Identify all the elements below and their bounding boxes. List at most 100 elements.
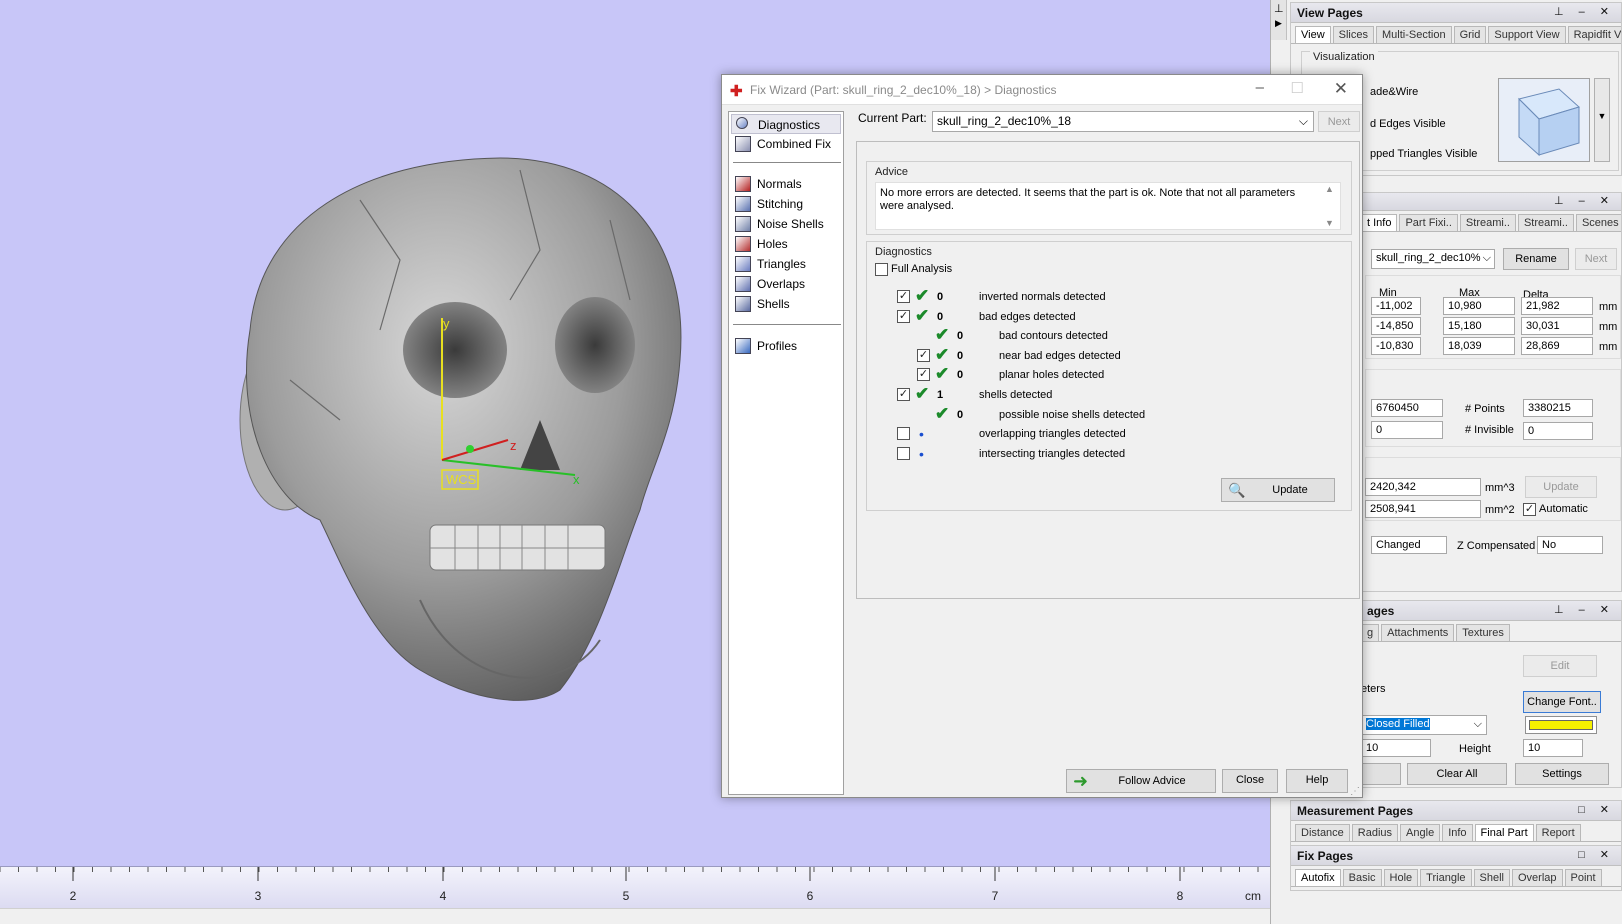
measurement-pages-panel: Measurement Pages □ ✕ Distance Radius Angle…	[1290, 800, 1622, 846]
tab-final-part[interactable]: Final Part	[1474, 824, 1534, 841]
shade-wire-option[interactable]: ade&Wire	[1370, 86, 1418, 98]
scroll-up-icon[interactable]: ▲	[1325, 184, 1334, 194]
tab-part-fixi-[interactable]: Part Fixi..	[1399, 214, 1458, 231]
triangles-visible-option[interactable]: pped Triangles Visible	[1370, 148, 1477, 160]
status-dot-icon: •	[919, 426, 924, 443]
follow-advice-button[interactable]: ➜ Follow Advice	[1066, 769, 1216, 793]
tab-distance[interactable]: Distance	[1295, 824, 1350, 841]
tab-streami-[interactable]: Streami..	[1459, 214, 1516, 231]
tab-point[interactable]: Point	[1564, 869, 1602, 886]
tab-t-info[interactable]: t Info	[1361, 214, 1398, 231]
nav-item-stitching[interactable]: Stitching	[731, 194, 841, 214]
next-part-button[interactable]: Next	[1318, 111, 1360, 132]
panel-controls[interactable]: ⊥ – ✕	[1554, 194, 1615, 207]
update-button[interactable]: Update	[1525, 476, 1597, 498]
diagnostic-checkbox[interactable]: ✓	[897, 290, 910, 303]
part-select[interactable]: skull_ring_2_dec10% ⌵	[1371, 249, 1495, 269]
automatic-checkbox[interactable]: ✓	[1523, 503, 1536, 516]
tab-autofix[interactable]: Autofix	[1295, 869, 1341, 886]
resize-grip-icon[interactable]: ⋰	[1350, 786, 1360, 797]
pin-icon[interactable]: ⊥	[1274, 2, 1284, 15]
panel-controls[interactable]: □ ✕	[1578, 848, 1615, 861]
nav-item-triangles[interactable]: Triangles	[731, 254, 841, 274]
tab-streami-[interactable]: Streami..	[1517, 214, 1574, 231]
advice-text: No more errors are detected. It seems th…	[875, 182, 1341, 230]
edges-visible-option[interactable]: d Edges Visible	[1370, 118, 1446, 130]
tab-view[interactable]: View	[1295, 26, 1331, 43]
diagnostic-checkbox[interactable]: ✓	[897, 309, 910, 323]
width-value[interactable]: 10	[1361, 739, 1431, 757]
change-font-button[interactable]: Change Font..	[1523, 691, 1601, 713]
nav-item-combined-fix[interactable]: Combined Fix	[731, 134, 841, 154]
settings-button[interactable]: Settings	[1515, 763, 1609, 785]
document-icon	[735, 338, 751, 354]
nav-item-label: Stitching	[757, 197, 804, 211]
z-compensated-value: No	[1537, 536, 1603, 554]
update-button[interactable]: 🔍 Update	[1221, 478, 1335, 502]
panel-controls[interactable]: ⊥ – ✕	[1554, 5, 1615, 18]
tab-support-view[interactable]: Support View	[1488, 26, 1566, 43]
dock-pin-strip[interactable]: ⊥ ▶	[1271, 0, 1287, 40]
cube-icon	[1518, 88, 1580, 157]
nav-item-overlaps[interactable]: Overlaps	[731, 274, 841, 294]
diagnostic-count: 0	[957, 330, 964, 343]
automatic-label: Automatic	[1539, 503, 1588, 515]
unit-label: mm	[1599, 341, 1618, 353]
nav-item-noise-shells[interactable]: Noise Shells	[731, 214, 841, 234]
wizard-nav-list: Diagnostics Combined Fix Normals Stitching N…	[728, 111, 844, 795]
label-action-button[interactable]	[1361, 763, 1401, 785]
panel-controls[interactable]: ⊥ – ✕	[1554, 603, 1615, 616]
close-button[interactable]: Close	[1222, 769, 1278, 793]
chevron-down-icon: ⌵	[1298, 114, 1308, 128]
tab-g[interactable]: g	[1361, 624, 1380, 641]
rename-button[interactable]: Rename	[1503, 248, 1569, 270]
view-cube[interactable]	[1498, 78, 1590, 162]
diagnostic-checkbox[interactable]	[897, 446, 910, 460]
arrow-right-icon[interactable]: ▶	[1275, 18, 1282, 29]
status-bar	[0, 908, 1270, 924]
ruler-tick-label: 7	[991, 889, 999, 903]
tab-multi-section[interactable]: Multi-Section	[1376, 26, 1452, 43]
style-select[interactable]: Closed Filled ⌵	[1361, 715, 1487, 735]
full-analysis-checkbox[interactable]	[875, 263, 888, 276]
tab-attachments[interactable]: Attachments	[1381, 624, 1455, 641]
tab-angle[interactable]: Angle	[1400, 824, 1441, 841]
help-button[interactable]: Help	[1286, 769, 1348, 793]
tab-hole[interactable]: Hole	[1383, 869, 1419, 886]
clear-all-button[interactable]: Clear All	[1407, 763, 1507, 785]
tab-textures[interactable]: Textures	[1456, 624, 1510, 641]
tab-overlap[interactable]: Overlap	[1511, 869, 1563, 886]
nav-item-normals[interactable]: Normals	[731, 174, 841, 194]
maximize-icon[interactable]: ☐	[1291, 79, 1304, 97]
chevron-down-icon[interactable]: ▼	[1594, 78, 1610, 162]
current-part-select[interactable]: skull_ring_2_dec10%_18 ⌵	[932, 111, 1314, 132]
nav-item-diagnostics[interactable]: Diagnostics	[731, 114, 841, 134]
close-icon[interactable]: ✕	[1334, 79, 1348, 99]
edit-button[interactable]: Edit	[1523, 655, 1597, 677]
tab-shell[interactable]: Shell	[1473, 869, 1510, 886]
tab-scenes[interactable]: Scenes	[1575, 214, 1621, 231]
minimize-icon[interactable]: –	[1256, 79, 1264, 96]
tab-grid[interactable]: Grid	[1453, 26, 1487, 43]
diagnostic-checkbox[interactable]: ✓	[897, 388, 910, 401]
nav-item-holes[interactable]: Holes	[731, 234, 841, 254]
tab-info[interactable]: Info	[1442, 824, 1473, 841]
tab-radius[interactable]: Radius	[1351, 824, 1399, 841]
tab-report[interactable]: Report	[1535, 824, 1581, 841]
tab-slices[interactable]: Slices	[1332, 26, 1374, 43]
height-value[interactable]: 10	[1523, 739, 1583, 757]
z-axis-label: z	[510, 438, 517, 453]
scroll-down-icon[interactable]: ▼	[1325, 218, 1334, 228]
tab-rapidfit-view[interactable]: Rapidfit View	[1567, 26, 1621, 43]
tab-triangle[interactable]: Triangle	[1420, 869, 1472, 886]
panel-controls[interactable]: □ ✕	[1578, 803, 1615, 816]
next-button[interactable]: Next	[1575, 248, 1617, 270]
diagnostic-checkbox[interactable]: ✓	[917, 368, 930, 382]
nav-item-profiles[interactable]: Profiles	[731, 336, 841, 356]
color-swatch[interactable]	[1525, 716, 1597, 734]
tab-basic[interactable]: Basic	[1342, 869, 1382, 886]
nav-item-shells[interactable]: Shells	[731, 294, 841, 314]
diagnostic-checkbox[interactable]	[897, 427, 910, 441]
y-axis-label: y	[443, 316, 450, 331]
diagnostic-checkbox[interactable]: ✓	[917, 348, 930, 362]
